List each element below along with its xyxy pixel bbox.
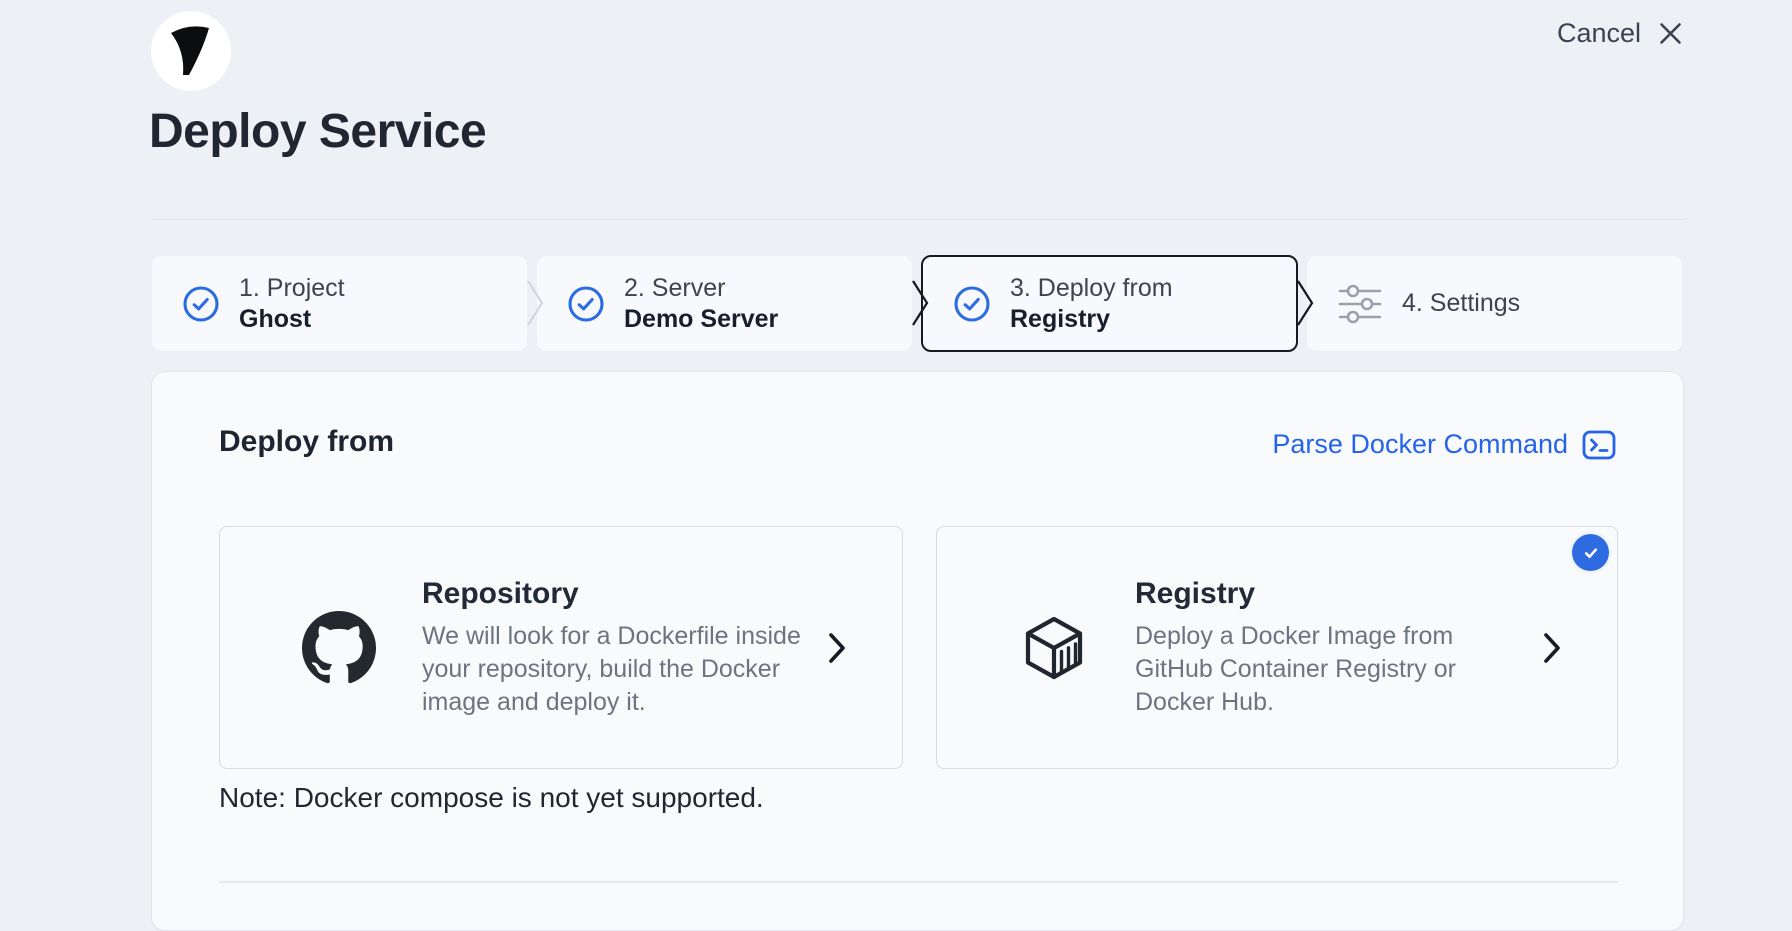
package-icon — [1019, 613, 1089, 683]
step-label: 2. Server — [624, 273, 778, 304]
option-registry[interactable]: Registry Deploy a Docker Image from GitH… — [936, 526, 1618, 769]
step-label: 3. Deploy from — [1010, 273, 1173, 304]
section-heading: Deploy from — [219, 425, 394, 459]
step-value: Registry — [1010, 304, 1173, 335]
cancel-label: Cancel — [1557, 18, 1641, 49]
check-circle-icon — [567, 285, 605, 323]
parse-docker-command-link[interactable]: Parse Docker Command — [1272, 429, 1616, 460]
option-description-line: GitHub Container Registry or — [1135, 653, 1456, 686]
ptah-logo-icon — [151, 11, 231, 91]
page-title: Deploy Service — [149, 104, 486, 159]
deploy-service-modal: Cancel Deploy Service 1. Project Ghost 2… — [0, 0, 1792, 898]
parse-link-label: Parse Docker Command — [1272, 429, 1568, 460]
option-description-line: We will look for a Dockerfile inside — [422, 620, 801, 653]
selected-check-badge — [1572, 534, 1609, 571]
cancel-button[interactable]: Cancel — [1557, 18, 1684, 49]
header-divider — [151, 219, 1684, 220]
option-description-line: Docker Hub. — [1135, 686, 1456, 719]
step-project[interactable]: 1. Project Ghost — [151, 255, 528, 352]
step-server[interactable]: 2. Server Demo Server — [536, 255, 913, 352]
step-separator-icon — [909, 277, 931, 329]
option-description-line: Deploy a Docker Image from — [1135, 620, 1456, 653]
step-separator-icon — [524, 277, 546, 329]
option-description-line: your repository, build the Docker — [422, 653, 801, 686]
option-title: Registry — [1135, 577, 1456, 611]
compose-note: Note: Docker compose is not yet supporte… — [219, 782, 764, 814]
step-settings[interactable]: 4. Settings — [1306, 255, 1683, 352]
option-description-line: image and deploy it. — [422, 686, 801, 719]
step-value: Ghost — [239, 304, 345, 335]
option-title: Repository — [422, 577, 801, 611]
step-label: 1. Project — [239, 273, 345, 304]
deploy-options: Repository We will look for a Dockerfile… — [219, 526, 1618, 769]
check-circle-icon — [953, 285, 991, 323]
step-value: Demo Server — [624, 304, 778, 335]
step-deploy-from[interactable]: 3. Deploy from Registry — [921, 255, 1298, 352]
github-icon — [302, 611, 376, 685]
sliders-icon — [1337, 283, 1383, 325]
chevron-right-icon — [1543, 632, 1561, 664]
step-label: 4. Settings — [1402, 288, 1520, 319]
chevron-right-icon — [828, 632, 846, 664]
deploy-from-panel: Deploy from Parse Docker Command Reposit… — [151, 371, 1684, 931]
check-circle-icon — [182, 285, 220, 323]
close-icon — [1657, 20, 1684, 47]
section-divider — [219, 881, 1618, 883]
terminal-icon — [1582, 430, 1616, 460]
option-repository[interactable]: Repository We will look for a Dockerfile… — [219, 526, 903, 769]
step-separator-icon — [1294, 277, 1316, 329]
